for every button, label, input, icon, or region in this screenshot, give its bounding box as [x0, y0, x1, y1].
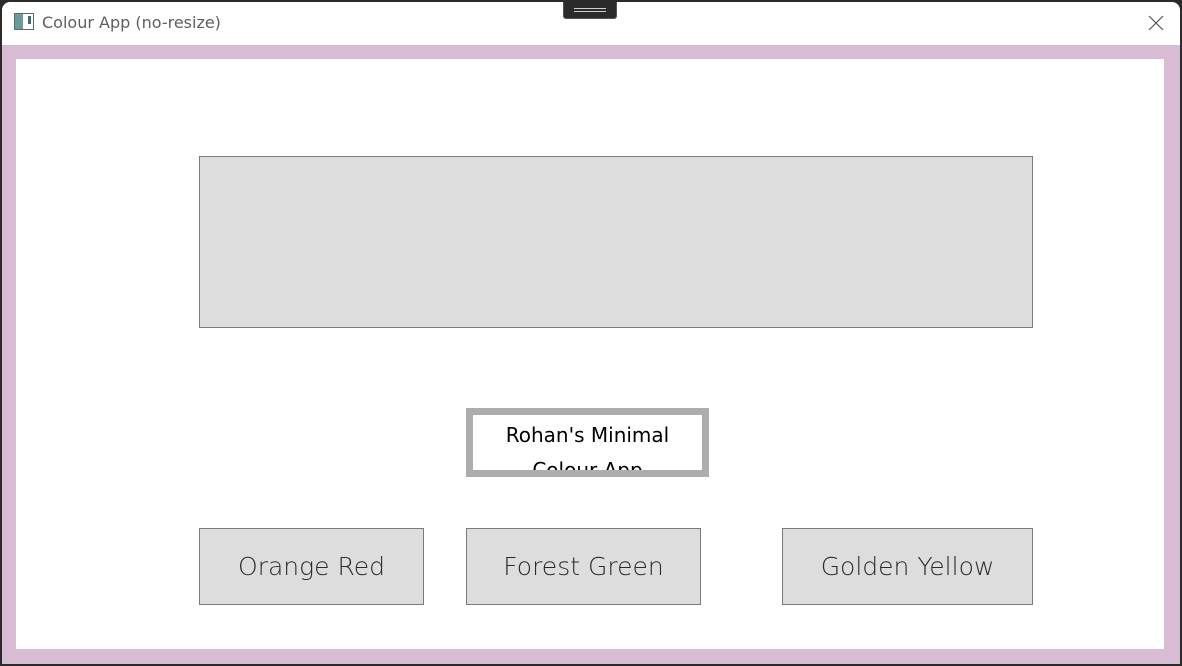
close-button[interactable] [1132, 2, 1180, 45]
app-label-line1: Rohan's Minimal [505, 423, 670, 447]
app-label-line2: Colour App [532, 458, 643, 477]
window-title: Colour App (no-resize) [42, 13, 221, 32]
colour-display-panel [199, 156, 1033, 328]
title-bar[interactable]: Colour App (no-resize) [2, 2, 1180, 45]
forest-green-button[interactable]: Forest Green [466, 528, 701, 605]
client-area: Rohan's Minimal Colour App Orange Red Fo… [16, 59, 1164, 649]
snap-layout-handle[interactable] [563, 2, 617, 19]
orange-red-button[interactable]: Orange Red [199, 528, 424, 605]
app-icon [14, 13, 34, 30]
app-window: Colour App (no-resize) Rohan's Minimal C… [2, 2, 1180, 664]
golden-yellow-button[interactable]: Golden Yellow [782, 528, 1033, 605]
app-label-box: Rohan's Minimal Colour App [466, 408, 709, 477]
close-icon [1148, 15, 1164, 31]
